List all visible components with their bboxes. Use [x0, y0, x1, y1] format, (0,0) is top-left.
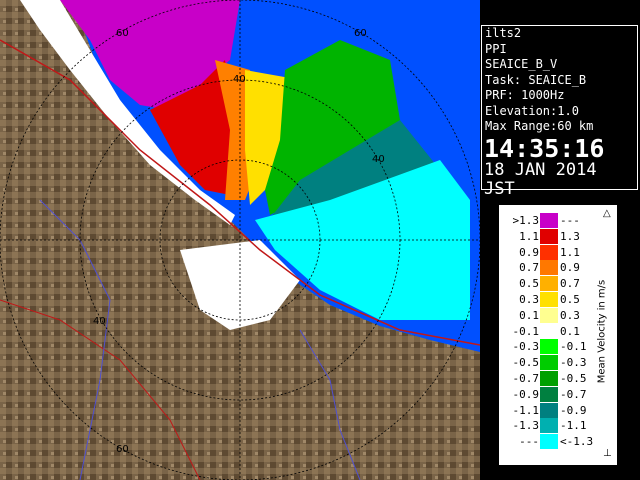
scan-mode: PPI [485, 41, 507, 56]
legend-row-low-value: 0.7 [519, 261, 539, 275]
legend-row-low-value: 0.3 [519, 293, 539, 306]
legend-row: 0.9 1.1 [500, 244, 600, 260]
legend-color-swatch [540, 339, 558, 355]
legend-row: -0.1 0.1 [500, 323, 600, 339]
legend-row-low-value: -1.3 [512, 419, 540, 433]
legend-row-low-value: 0.5 [519, 277, 539, 291]
scan-info-panel: ilts2 PPI SEAICE_B_V Task: SEAICE_B PRF:… [481, 25, 638, 198]
max-range-value: Max Range:60 km [485, 119, 594, 133]
legend-color-swatch [540, 402, 558, 418]
legend-color-swatch [540, 292, 558, 307]
legend-title: Mean Velocity in m/s [592, 236, 612, 436]
legend-row: 0.1 0.3 [500, 307, 600, 323]
legend-row: >1.3 --- [500, 213, 600, 228]
legend-row-low-value: 0.1 [519, 308, 539, 322]
product-name: SEAICE_B_V [485, 57, 558, 71]
legend-row: --- <-1.3 [500, 434, 600, 450]
radar-ppi-display[interactable]: 60 40 40 40 60 60 [0, 0, 480, 480]
legend-row: -0.7 -0.5 [500, 371, 600, 386]
legend-row: 0.7 0.9 [500, 260, 600, 276]
legend-color-swatch [540, 260, 558, 276]
legend-row-low-value: -0.7 [512, 372, 540, 385]
range-label: 40 [372, 154, 385, 165]
legend-row: 1.1 1.3 [500, 228, 600, 244]
legend-color-swatch [540, 307, 558, 323]
legend-row-low-value: >1.3 [512, 214, 540, 227]
legend-row: 0.3 0.5 [500, 292, 600, 307]
range-label: 60 [354, 28, 367, 39]
down-tick-icon: ⊥ [603, 448, 612, 459]
legend-row: -0.5 -0.3 [500, 355, 600, 371]
range-label: 40 [93, 316, 106, 327]
legend-color-swatch [540, 434, 558, 450]
legend-row-low-value: -1.1 [512, 403, 540, 417]
legend-row: 0.5 0.7 [500, 276, 600, 292]
task-name: Task: SEAICE_B [485, 72, 587, 87]
legend-row: -1.3 -1.1 [500, 418, 600, 434]
legend-color-swatch [540, 371, 558, 386]
scan-time: 14:35:16 [484, 133, 605, 163]
legend-row: -0.9 -0.7 [500, 386, 600, 402]
legend-row: -0.3 -0.1 [500, 339, 600, 355]
legend-row-high-value: --- [560, 214, 580, 227]
up-arrow-icon: △ [603, 208, 611, 219]
legend-color-swatch [540, 213, 558, 228]
legend-row-low-value: -0.3 [512, 340, 540, 354]
legend-color-swatch [540, 276, 558, 292]
radar-image: 60 40 40 40 60 60 [0, 0, 480, 480]
legend-color-swatch [540, 355, 558, 371]
legend-row-low-value: -0.5 [512, 356, 540, 370]
legend-color-swatch [540, 418, 558, 434]
legend-row-low-value: --- [519, 435, 539, 449]
legend-row-low-value: 0.9 [519, 245, 539, 259]
scan-date: 18 JAN 2014 JST [484, 159, 597, 199]
legend-row-low-value: -0.9 [512, 387, 540, 401]
legend-color-swatch [540, 244, 558, 260]
elevation-value: Elevation:1.0 [485, 103, 579, 118]
range-label: 60 [116, 28, 129, 39]
legend-row-high-value: <-1.3 [560, 435, 594, 449]
range-label: 40 [233, 74, 246, 85]
legend-row-low-value: -0.1 [512, 324, 540, 338]
legend-color-swatch [540, 228, 558, 244]
legend-title-text: Mean Velocity in m/s [596, 279, 608, 384]
legend-color-swatch [540, 323, 558, 339]
velocity-color-legend: >1.3 --- 1.1 1.3 0.9 1.1 0.7 0.9 0.5 0.7 0.3 0.5 0.1… [499, 205, 617, 465]
legend-row: -1.1 -0.9 [500, 402, 600, 418]
range-label: 60 [116, 444, 129, 455]
station-name: ilts2 [485, 26, 522, 40]
legend-color-swatch [540, 386, 558, 402]
legend-row-low-value: 1.1 [519, 229, 539, 243]
prf-value: PRF: 1000Hz [485, 88, 565, 102]
